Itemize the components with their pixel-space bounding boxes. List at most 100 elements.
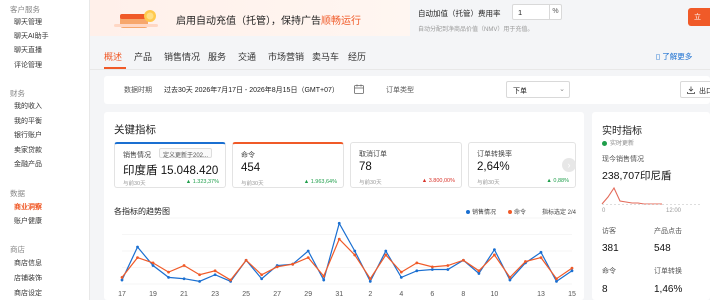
- data-point[interactable]: [570, 269, 574, 273]
- data-point[interactable]: [136, 256, 139, 259]
- data-point[interactable]: [306, 256, 310, 259]
- sidebar-item-account-health[interactable]: 账户健康: [14, 216, 42, 226]
- data-point[interactable]: [570, 266, 574, 270]
- data-point[interactable]: [368, 277, 372, 281]
- fee-rate-hint: 自动分配到净商品价值（NMV）用于充值。: [418, 27, 534, 33]
- sidebar-item-shop-info[interactable]: 商店信息: [14, 258, 42, 268]
- data-point[interactable]: [430, 268, 434, 271]
- data-point[interactable]: [368, 279, 372, 283]
- data-point[interactable]: [306, 249, 310, 253]
- data-point[interactable]: [322, 274, 326, 278]
- data-point[interactable]: [167, 276, 170, 279]
- data-point[interactable]: [399, 270, 403, 274]
- sidebar-item-chat-management[interactable]: 聊天管理: [14, 17, 42, 27]
- data-point[interactable]: [399, 276, 403, 279]
- data-point[interactable]: [493, 248, 496, 252]
- data-point[interactable]: [244, 258, 248, 262]
- tab-service[interactable]: 服务: [208, 50, 226, 63]
- data-point[interactable]: [508, 276, 512, 279]
- data-point[interactable]: [229, 278, 233, 282]
- metric-card-cancelled[interactable]: 取消订单 78 与前30天 ▲ 3.800,00%: [350, 142, 462, 188]
- data-point[interactable]: [384, 249, 388, 253]
- next-arrow-icon[interactable]: ›: [562, 158, 576, 172]
- tab-experience[interactable]: 经历: [348, 50, 366, 63]
- tab-products[interactable]: 产品: [134, 50, 152, 63]
- data-point[interactable]: [555, 279, 558, 283]
- data-point[interactable]: [136, 245, 139, 249]
- definition-dropdown[interactable]: 定义更新于202...: [159, 148, 213, 159]
- sidebar-item-reviews[interactable]: 评论管理: [14, 60, 42, 70]
- data-point[interactable]: [353, 249, 357, 253]
- data-point[interactable]: [337, 221, 341, 225]
- period-value[interactable]: 过去30天 2026年7月17日 - 2026年8月15日（GMT+07）: [164, 85, 339, 95]
- data-point[interactable]: [213, 273, 217, 277]
- tab-sales[interactable]: 销售情况: [164, 50, 200, 63]
- sidebar-item-shop-settings[interactable]: 商店设定: [14, 288, 42, 298]
- realtime-title: 实时指标: [602, 126, 642, 137]
- data-point[interactable]: [415, 269, 419, 273]
- data-point[interactable]: [198, 273, 201, 277]
- data-point[interactable]: [446, 268, 450, 271]
- data-point[interactable]: [524, 260, 527, 263]
- tab-overview[interactable]: 概述: [104, 50, 122, 63]
- data-point[interactable]: [260, 277, 264, 281]
- data-point[interactable]: [275, 265, 279, 269]
- data-point[interactable]: [291, 262, 295, 266]
- sidebar-item-chat-live[interactable]: 聊天直播: [14, 45, 42, 55]
- calendar-icon[interactable]: [354, 84, 364, 94]
- data-point[interactable]: [151, 261, 155, 265]
- product-clicks-value: 548: [654, 243, 671, 254]
- order-type-select[interactable]: 下单 ⌄: [506, 81, 570, 98]
- metric-card-orders[interactable]: 命令 454 与前30天 ▲ 1.963,64%: [232, 142, 344, 188]
- data-point[interactable]: [461, 258, 465, 262]
- enable-topup-button[interactable]: 立: [688, 8, 710, 26]
- metric-card-sales[interactable]: 销售情况 定义更新于202... 印度盾 15.048.420 与前30天 ▲ …: [114, 142, 226, 188]
- data-point[interactable]: [120, 278, 124, 282]
- metric-card-conversion[interactable]: 订单转换率 2,64% 与前30天 ▲ 0,88%: [468, 142, 576, 188]
- data-point[interactable]: [477, 269, 481, 273]
- data-point[interactable]: [493, 253, 496, 257]
- data-point[interactable]: [151, 264, 155, 267]
- data-point[interactable]: [446, 264, 450, 267]
- data-point[interactable]: [182, 264, 186, 267]
- tab-marketing[interactable]: 市场营销: [268, 50, 304, 63]
- spark-tick-start: 0: [602, 208, 606, 214]
- data-point[interactable]: [120, 276, 124, 279]
- sidebar-item-shop-decoration[interactable]: 店铺装饰: [14, 273, 42, 283]
- data-point[interactable]: [353, 253, 357, 257]
- data-point[interactable]: [477, 272, 481, 275]
- filter-bar: 数据时期 过去30天 2026年7月17日 - 2026年8月15日（GMT+0…: [104, 76, 710, 104]
- x-tick-label: 10: [491, 291, 499, 298]
- sidebar-item-financial-products[interactable]: 金融产品: [14, 159, 42, 169]
- data-point[interactable]: [182, 277, 186, 281]
- x-tick-label: 6: [430, 291, 434, 298]
- export-button[interactable]: 出口: [680, 81, 710, 98]
- data-point[interactable]: [167, 270, 170, 274]
- data-point[interactable]: [213, 269, 217, 273]
- sidebar-item-bank[interactable]: 银行账户: [14, 130, 42, 140]
- data-point[interactable]: [430, 265, 434, 269]
- data-point[interactable]: [322, 278, 326, 282]
- tab-cart[interactable]: 卖马车: [312, 50, 339, 63]
- metric-delta: ▲ 1.963,64%: [303, 179, 337, 185]
- data-point[interactable]: [337, 237, 341, 241]
- data-point[interactable]: [539, 256, 543, 259]
- data-point[interactable]: [198, 279, 201, 283]
- data-point[interactable]: [539, 250, 543, 254]
- sidebar-item-loan[interactable]: 卖家贷款: [14, 145, 42, 155]
- data-point[interactable]: [508, 278, 512, 282]
- sidebar-item-income[interactable]: 我的收入: [14, 101, 42, 111]
- sidebar-item-business-insights[interactable]: 商业洞察: [14, 202, 42, 212]
- fee-rate-input[interactable]: 1 %: [512, 4, 562, 20]
- tab-traffic[interactable]: 交通: [238, 50, 256, 63]
- percent-unit: %: [549, 5, 561, 19]
- learn-more-link[interactable]: ▯ 了解更多: [656, 51, 692, 62]
- x-tick-label: 13: [537, 291, 545, 298]
- sidebar-item-balance[interactable]: 我的平衡: [14, 116, 42, 126]
- data-point[interactable]: [260, 273, 264, 277]
- data-point[interactable]: [555, 277, 558, 281]
- sidebar-item-chat-ai[interactable]: 聊天AI助手: [14, 31, 49, 41]
- series-line-0: [121, 221, 573, 283]
- data-point[interactable]: [415, 261, 419, 265]
- data-point[interactable]: [384, 253, 388, 257]
